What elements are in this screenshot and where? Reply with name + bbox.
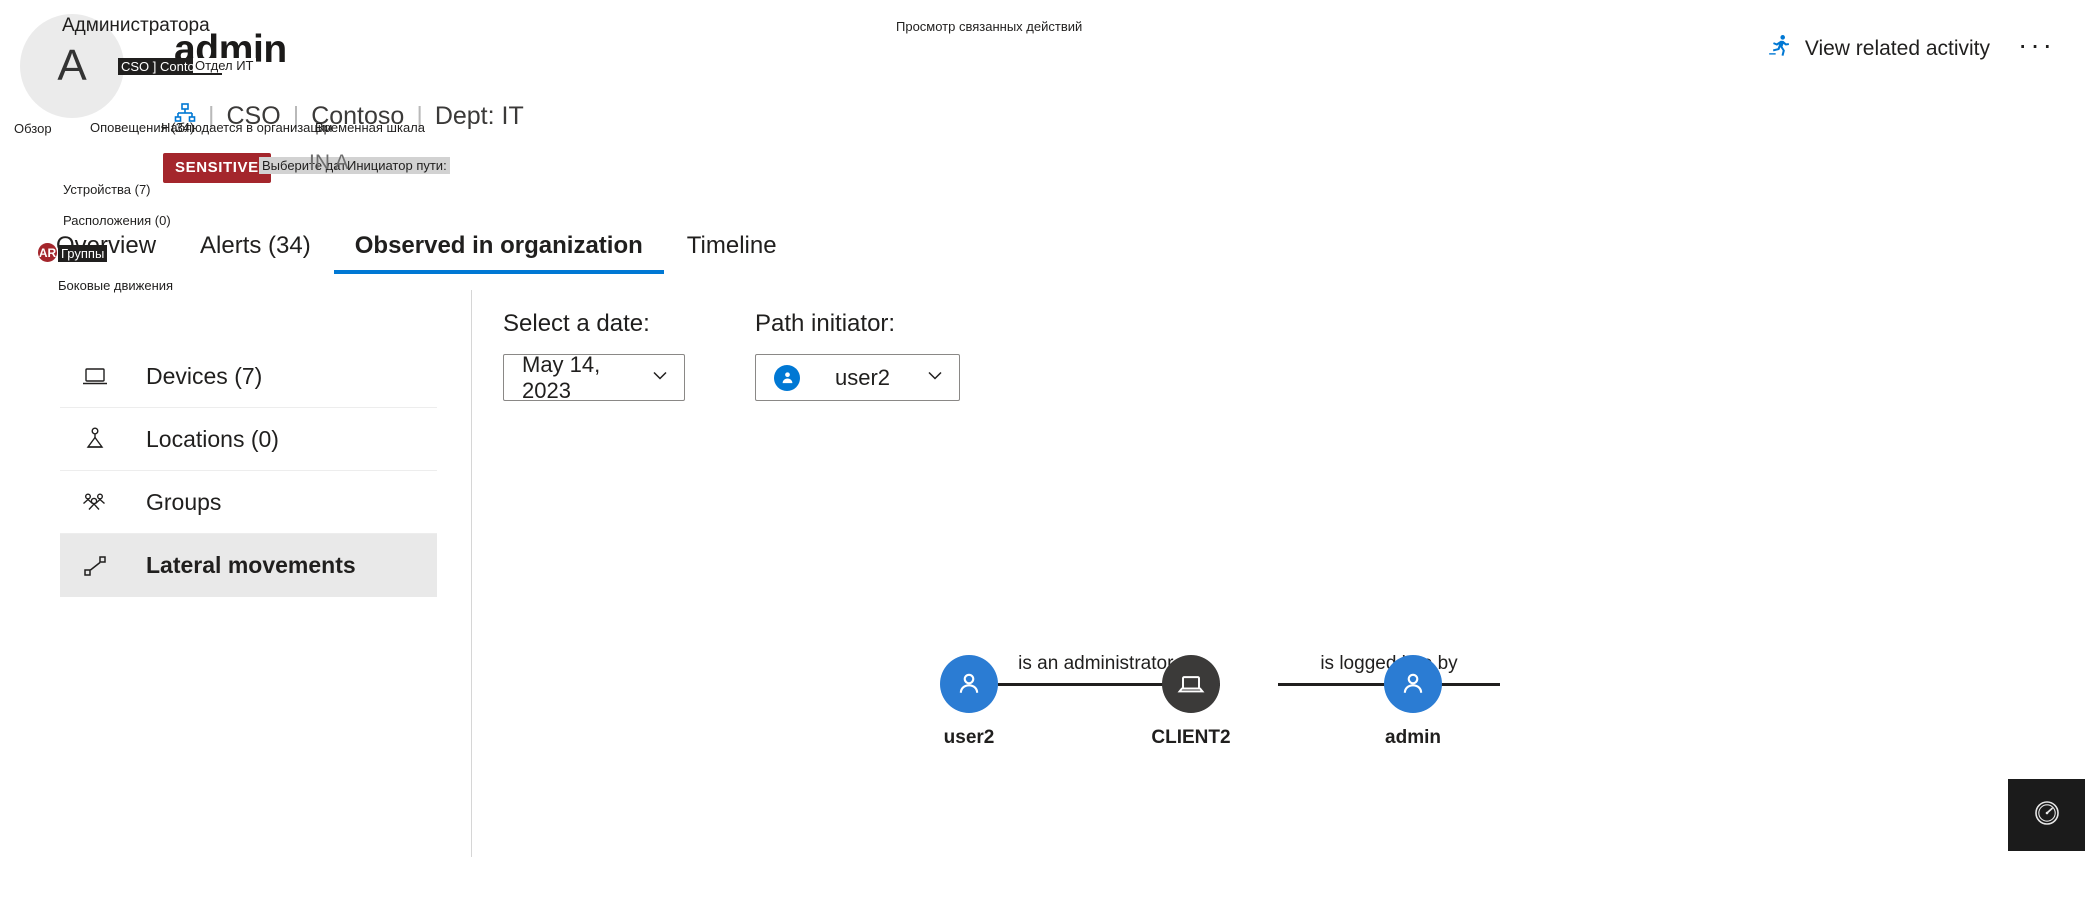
- date-select-value: May 14, 2023: [522, 351, 601, 403]
- path-initiator-select[interactable]: user2: [755, 354, 960, 401]
- view-related-activity-button[interactable]: View related activity: [1767, 33, 1990, 65]
- annotation-overlay: Администратора: [62, 15, 210, 36]
- annotation-overlay: Группы: [58, 245, 108, 262]
- graph-node-client2[interactable]: CLIENT2: [1151, 655, 1231, 748]
- annotation-overlay: Расположения (0): [63, 213, 171, 228]
- running-person-icon: [1767, 33, 1793, 65]
- avatar-initial: A: [57, 41, 87, 90]
- laptop-icon: [1162, 655, 1220, 713]
- sidebar-item-devices[interactable]: Devices (7): [60, 345, 437, 408]
- graph-node-admin-label: admin: [1385, 727, 1441, 748]
- view-related-activity-label: View related activity: [1804, 37, 1991, 60]
- tab-timeline-label: Timeline: [686, 232, 777, 259]
- sidebar-item-lateral-movements[interactable]: Lateral movements: [60, 534, 437, 597]
- sidebar-item-lateral-movements-label: Lateral movements: [146, 552, 356, 578]
- location-pin-person-icon: [80, 425, 110, 453]
- gauge-icon: [2031, 797, 2063, 834]
- tab-bar: Overview Alerts (34) Observed in organiz…: [34, 232, 799, 274]
- person-icon: [774, 364, 800, 391]
- graph-node-user2[interactable]: user2: [940, 655, 998, 748]
- sidebar-item-groups[interactable]: Groups: [60, 471, 437, 534]
- annotation-overlay: Временная шкала: [315, 120, 425, 135]
- sidebar-item-groups-label: Groups: [146, 488, 222, 515]
- ar-badge-label: AR: [38, 245, 57, 260]
- more-actions-button[interactable]: ···: [2018, 31, 2055, 60]
- laptop-icon: [80, 362, 110, 390]
- sidebar-item-locations-label: Locations (0): [146, 425, 279, 452]
- annotation-overlay: Боковые движения: [58, 278, 174, 293]
- tab-alerts-label: Alerts (34): [200, 232, 311, 259]
- path-initiator-label: Path initiator:: [755, 310, 896, 337]
- person-icon: [1384, 655, 1442, 713]
- path-initiator-value: user2: [834, 364, 891, 390]
- subtitle-part-dept: Dept: IT: [434, 102, 524, 130]
- path-initiator-filter-group: Path initiator: user2: [755, 310, 960, 401]
- graph-node-user2-label: user2: [943, 727, 995, 748]
- tab-timeline[interactable]: Timeline: [665, 232, 799, 274]
- annotation-overlay: Отдел ИТ: [193, 58, 256, 73]
- tab-observed-in-organization[interactable]: Observed in organization: [333, 232, 665, 274]
- filter-controls: Select a date: May 14, 2023 Path initiat…: [503, 310, 960, 403]
- header-actions: View related activity ···: [1767, 31, 2055, 65]
- tab-alerts[interactable]: Alerts (34): [178, 232, 333, 274]
- status-badge-sensitive: SENSITIVE: [163, 153, 271, 183]
- date-select[interactable]: May 14, 2023: [503, 351, 685, 403]
- annotation-overlay: Обзор: [14, 121, 52, 136]
- observed-nav-list: Devices (7) Locations (0) Groups Lateral…: [60, 345, 437, 597]
- ar-badge: AR: [38, 243, 57, 262]
- performance-gauge-button[interactable]: [2008, 779, 2085, 851]
- entity-page: A admin | CSO | Contoso | Dept: IT SENSI…: [0, 0, 2085, 913]
- content-divider: [471, 290, 472, 857]
- lateral-movement-icon: [80, 552, 110, 580]
- people-group-icon: [80, 488, 110, 516]
- chevron-down-icon: [925, 365, 945, 391]
- chevron-down-icon: [650, 365, 670, 391]
- date-filter-label: Select a date:: [503, 310, 650, 337]
- sidebar-item-devices-label: Devices (7): [146, 362, 263, 389]
- annotation-overlay: Инициатор пути:: [344, 157, 450, 174]
- graph-node-client2-label: CLIENT2: [1151, 727, 1231, 748]
- tab-observed-in-organization-label: Observed in organization: [354, 232, 643, 259]
- sidebar-item-locations[interactable]: Locations (0): [60, 408, 437, 471]
- faint-overlay-text: IN A: [309, 151, 349, 175]
- annotation-overlay: Просмотр связанных действий: [896, 19, 1083, 34]
- faint-overlay-label: IN A: [309, 151, 349, 174]
- date-filter-group: Select a date: May 14, 2023: [503, 310, 685, 403]
- annotation-overlay: Наблюдается в организации: [161, 120, 333, 135]
- annotation-overlay: Устройства (7): [63, 182, 151, 197]
- graph-node-admin[interactable]: admin: [1384, 655, 1442, 748]
- person-icon: [940, 655, 998, 713]
